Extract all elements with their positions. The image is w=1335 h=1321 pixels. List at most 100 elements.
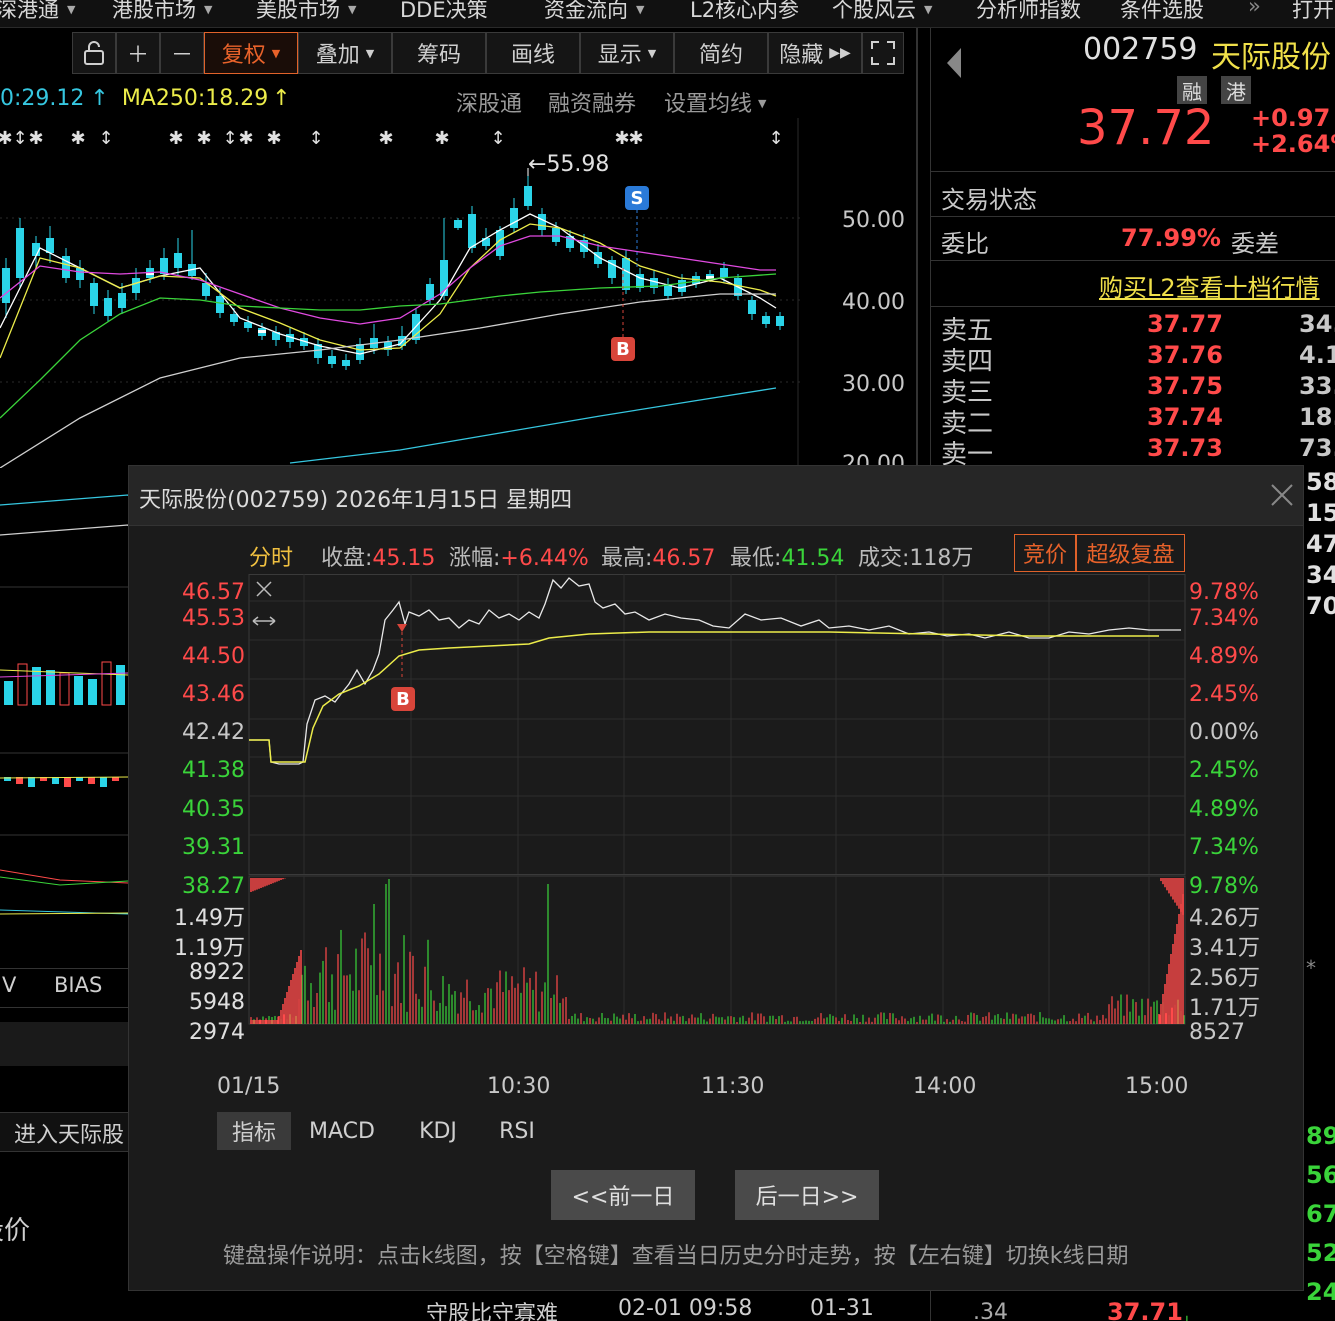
nav-fenxishi[interactable]: 分析师指数 xyxy=(976,0,1081,24)
nav-label: 条件选股 xyxy=(1120,0,1204,22)
trade-volume-partial: 67 xyxy=(1306,1200,1335,1228)
kline-candle[interactable] xyxy=(664,278,672,300)
tab-indicator[interactable]: 指标 xyxy=(217,1112,291,1150)
signal-marker-icon: ✱ xyxy=(168,128,183,149)
kline-candle[interactable] xyxy=(174,238,182,276)
signal-marker-icon: ✱ xyxy=(378,128,393,149)
kline-candle[interactable] xyxy=(188,230,196,280)
sell-marker[interactable]: S xyxy=(625,186,649,210)
tab-rsi[interactable]: RSI xyxy=(489,1112,545,1150)
kline-candle[interactable] xyxy=(636,268,644,292)
nav-zijinliuxiang[interactable]: 资金流向 ▼ xyxy=(544,0,644,24)
kline-candle[interactable] xyxy=(32,236,40,268)
tab-v[interactable]: V xyxy=(2,973,16,997)
kline-candle[interactable] xyxy=(244,316,252,332)
close-info: 收盘:45.15 xyxy=(321,546,436,571)
buy-l2-link[interactable]: 购买L2查看十档行情 xyxy=(1099,268,1320,303)
nav-shenggangtong[interactable]: 深港通 ▼ xyxy=(0,0,75,24)
kline-candle[interactable] xyxy=(454,218,462,230)
horizontal-resize-icon[interactable] xyxy=(252,616,276,626)
kline-candle[interactable] xyxy=(762,312,770,328)
kline-candle[interactable] xyxy=(76,260,84,288)
link-shengutong[interactable]: 深股通 xyxy=(456,86,522,118)
kline-candle[interactable] xyxy=(202,273,210,300)
signal-marker-icon: ✱ xyxy=(614,128,629,149)
nav-open[interactable]: 打开 xyxy=(1292,0,1334,24)
tab-kdj[interactable]: KDJ xyxy=(407,1112,469,1150)
prev-day-button[interactable]: <<前一日 xyxy=(551,1170,695,1220)
pct-axis-label: 2.45% xyxy=(1189,758,1259,783)
xianshi-button[interactable]: 显示 ▼ xyxy=(580,32,674,74)
zoom-out-button[interactable]: － xyxy=(160,32,204,74)
signal-marker-icon: ↕ xyxy=(308,128,323,149)
dropdown-triangle-icon: ▼ xyxy=(365,46,375,60)
nav-dde[interactable]: DDE决策 xyxy=(400,0,488,24)
kline-candle[interactable] xyxy=(104,290,112,322)
ma250-line xyxy=(289,387,777,464)
super-review-button[interactable]: 超级复盘 xyxy=(1076,534,1185,572)
diejia-button[interactable]: 叠加 ▼ xyxy=(298,32,392,74)
ask-volume: 34. xyxy=(1299,310,1335,338)
kline-candle[interactable] xyxy=(468,206,476,253)
kline-candle[interactable] xyxy=(90,278,98,314)
yincang-button[interactable]: 隐藏 ▶▶ xyxy=(768,32,862,74)
signal-marker-icon: ↕ xyxy=(12,128,27,149)
nav-more-icon[interactable]: » xyxy=(1248,0,1261,18)
jingjia-button[interactable]: 竞价 xyxy=(1014,534,1076,572)
kline-candle[interactable] xyxy=(46,226,54,263)
huaxian-button[interactable]: 画线 xyxy=(486,32,580,74)
unlock-button[interactable] xyxy=(72,32,116,74)
signal-marker-icon: ↕ xyxy=(490,128,505,149)
current-price: 37.72 xyxy=(1077,100,1215,156)
news-headline[interactable]: 守股比守寡难 xyxy=(426,1296,558,1321)
kline-candle[interactable] xyxy=(748,296,756,320)
kline-chart[interactable]: ✱ ↕ ✱ ✱ ↕ ✱ ✱ ↕ ✱ ✱ ↕ ✱ ✱ ↕ ✱✱ ↕ xyxy=(0,118,930,468)
volume-bar xyxy=(88,679,97,705)
dropdown-triangle-icon: ▼ xyxy=(271,46,281,60)
price-change: +0.97 xyxy=(1251,104,1331,132)
nav-ganggu[interactable]: 港股市场 ▼ xyxy=(112,0,212,24)
link-rongzirongquan[interactable]: 融资融券 xyxy=(548,86,636,118)
kline-candle[interactable] xyxy=(342,354,350,370)
collapse-left-icon[interactable] xyxy=(945,46,965,80)
close-icon[interactable] xyxy=(1269,482,1295,508)
kline-candle[interactable] xyxy=(16,218,24,288)
jianyue-button[interactable]: 简约 xyxy=(674,32,768,74)
stock-price-label: 股价 xyxy=(0,1216,31,1246)
next-day-button[interactable]: 后一日>> xyxy=(735,1170,879,1220)
chart-divider xyxy=(916,28,918,468)
tab-macd[interactable]: MACD xyxy=(305,1112,379,1150)
volume-axis-label-right: 2.56万 xyxy=(1189,966,1260,991)
fuquan-button[interactable]: 复权 ▼ xyxy=(204,32,298,74)
kline-candle[interactable] xyxy=(356,338,364,364)
link-shezhijunxian[interactable]: 设置均线 ▼ xyxy=(664,86,766,118)
zoom-in-button[interactable]: ＋ xyxy=(116,32,160,74)
buy-marker[interactable]: B xyxy=(611,337,635,361)
chouma-button[interactable]: 筹码 xyxy=(392,32,486,74)
kline-candle[interactable] xyxy=(776,312,784,330)
pct-axis-label: 7.34% xyxy=(1189,606,1259,631)
ask-price: 37.77 xyxy=(1147,310,1223,338)
enter-stock-button[interactable]: 进入天际股 xyxy=(0,1112,128,1152)
time-axis-label: 10:30 xyxy=(487,1074,551,1099)
nav-gegufengyun[interactable]: 个股风云 ▼ xyxy=(832,0,932,24)
ma20-line xyxy=(0,235,776,325)
dropdown-triangle-icon: ▼ xyxy=(924,3,933,16)
fullscreen-button[interactable] xyxy=(862,32,904,74)
buy-marker[interactable]: B xyxy=(391,687,415,711)
ma-legend: 0:29.12 ↑ MA250:18.29 ↑ xyxy=(0,86,291,111)
kline-candle[interactable] xyxy=(510,198,518,232)
kline-candle[interactable] xyxy=(328,350,336,368)
volume-axis-label: 2974 xyxy=(189,1020,245,1045)
kline-candle[interactable] xyxy=(272,326,280,346)
nav-tiaojianxuangu[interactable]: 条件选股 xyxy=(1120,0,1204,24)
kline-candle[interactable] xyxy=(608,256,616,284)
crosshair-icon[interactable] xyxy=(256,581,272,597)
tab-bias[interactable]: BIAS xyxy=(54,973,102,997)
nav-l2neican[interactable]: L2核心内参 xyxy=(690,0,799,24)
nav-meigu[interactable]: 美股市场 ▼ xyxy=(256,0,356,24)
intraday-chart[interactable] xyxy=(129,574,1305,1074)
hk-connect-tag: 港 xyxy=(1221,76,1251,104)
ask-volume: 73. xyxy=(1299,434,1335,462)
kline-candle[interactable] xyxy=(538,208,546,236)
